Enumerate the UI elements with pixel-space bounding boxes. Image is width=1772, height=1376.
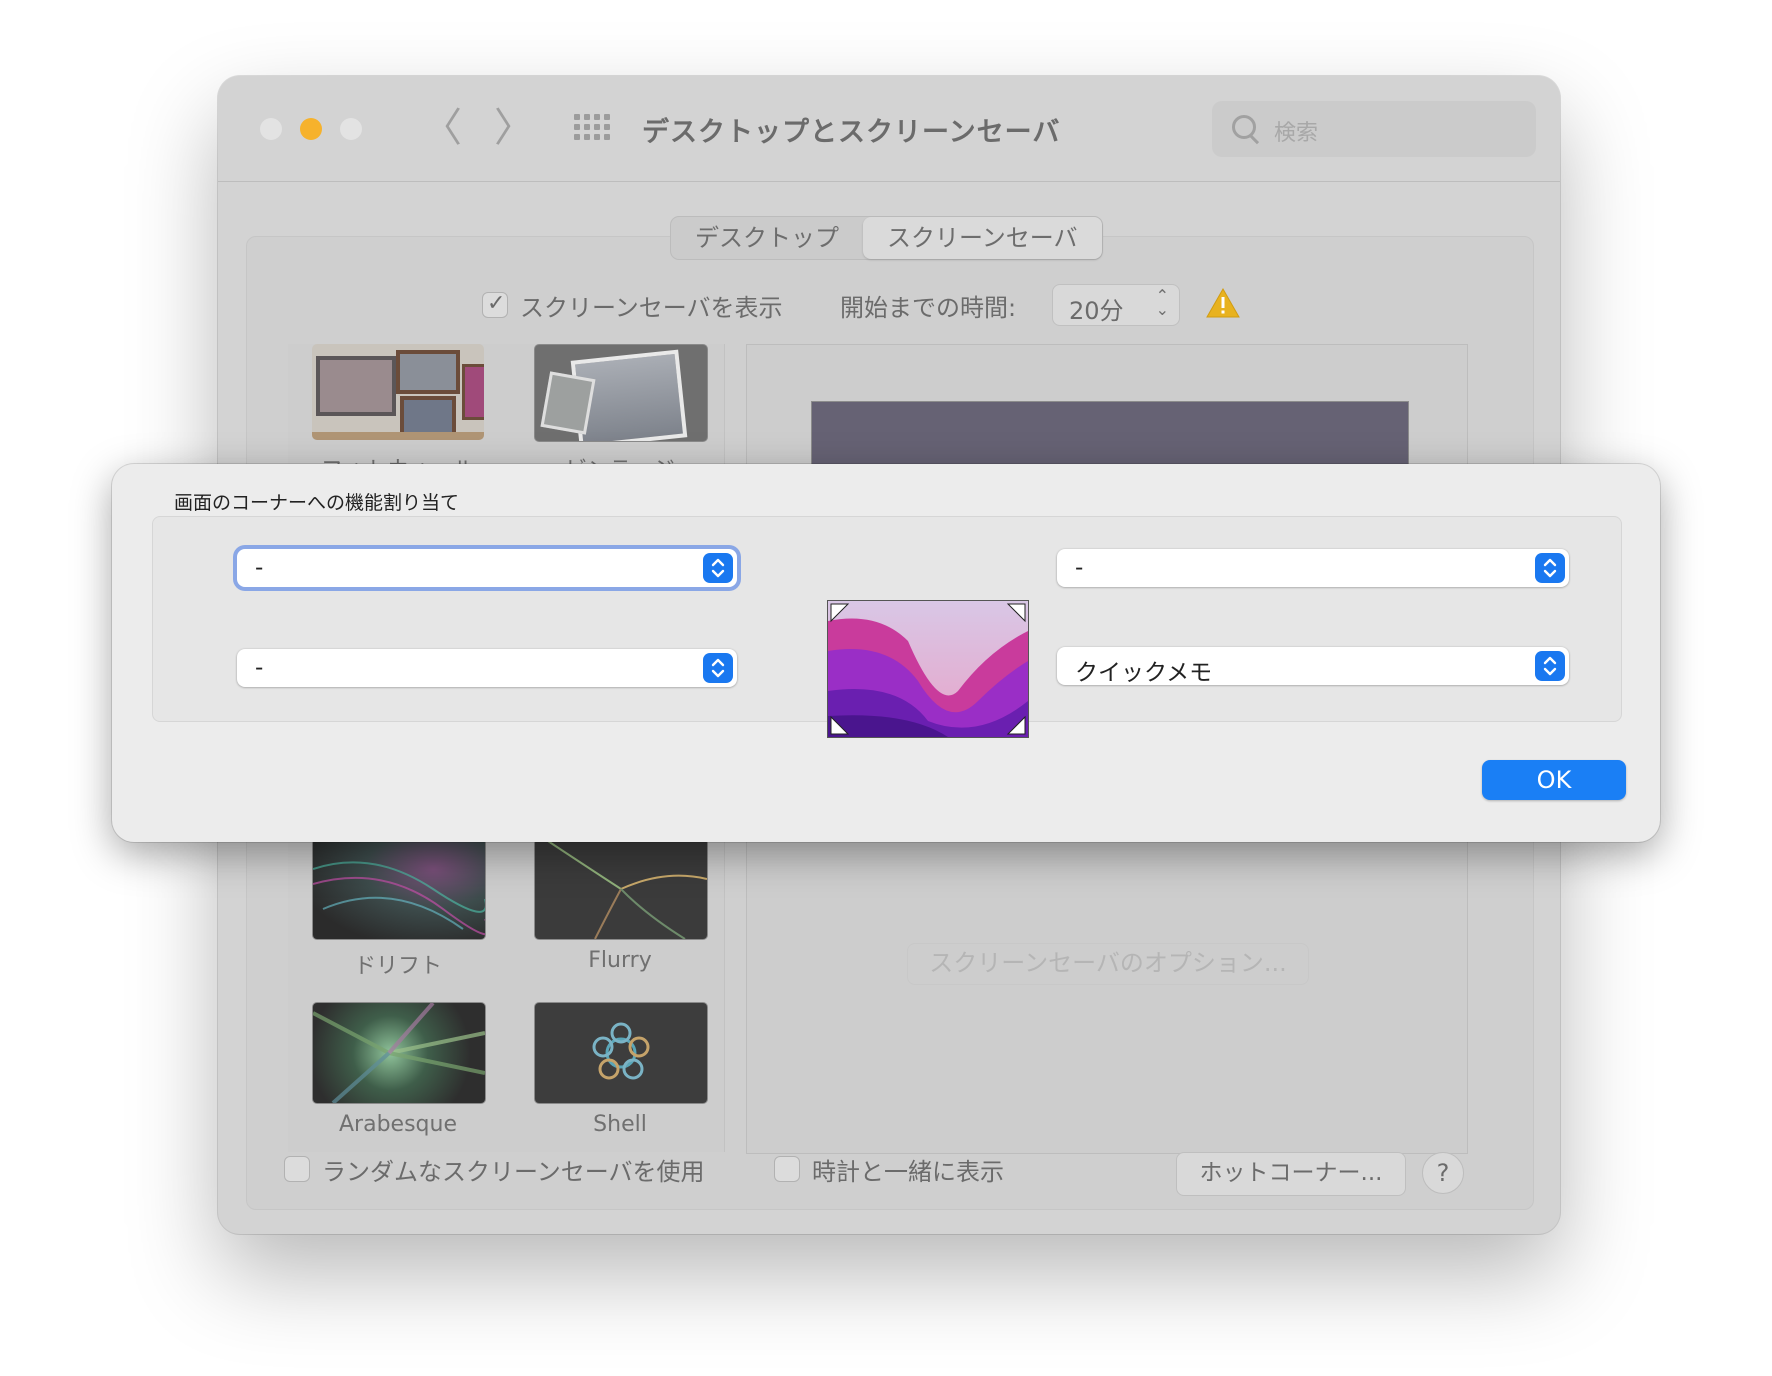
hot-corners-button[interactable]: ホットコーナー... [1176, 1152, 1406, 1196]
corners-group: - - - クイックメモ [152, 516, 1622, 738]
top-right-corner-value: - [1075, 555, 1084, 581]
start-after-popup[interactable]: 20分 ⌃ ⌄ [1052, 284, 1180, 326]
screensaver-label: Shell [593, 1112, 647, 1137]
screensaver-thumb-vintage[interactable] [534, 344, 708, 442]
screensaver-thumb-drift[interactable] [312, 838, 486, 940]
search-placeholder: 検索 [1274, 121, 1319, 146]
titlebar: 〈 〉 デスクトップとスクリーンセーバ 検索 [218, 76, 1560, 182]
random-screensaver-checkbox[interactable] [284, 1156, 310, 1182]
sheet-title: 画面のコーナーへの機能割り当て [174, 492, 460, 514]
tab-desktop[interactable]: デスクトップ [671, 217, 863, 259]
help-button[interactable]: ? [1422, 1152, 1464, 1194]
screensaver-options-button[interactable]: スクリーンセーバのオプション... [907, 943, 1309, 985]
screensaver-thumb-shell[interactable] [534, 1002, 708, 1104]
checkmark-icon: ✓ [487, 291, 506, 316]
segmented-tabs: デスクトップ スクリーンセーバ [670, 216, 1103, 260]
screensaver-label: Arabesque [339, 1112, 457, 1137]
updown-chevron-icon [1535, 651, 1565, 681]
screensaver-label: ドリフト [353, 954, 442, 979]
random-screensaver-label: ランダムなスクリーンセーバを使用 [322, 1158, 705, 1186]
show-screensaver-checkbox[interactable]: ✓ [482, 291, 508, 318]
start-after-label: 開始までの時間: [840, 294, 1017, 322]
search-icon [1232, 115, 1256, 139]
updown-chevron-icon [1535, 553, 1565, 583]
bottom-right-corner-value: クイックメモ [1075, 660, 1213, 686]
bottom-left-corner-popup[interactable]: - [237, 649, 737, 687]
updown-chevron-icon: ⌃ ⌄ [1155, 286, 1169, 319]
desktop-corners-preview [827, 600, 1029, 738]
top-left-corner-value: - [255, 555, 264, 581]
start-after-value: 20分 [1069, 297, 1124, 325]
show-with-clock-label: 時計と一緒に表示 [812, 1158, 1004, 1186]
close-button[interactable] [260, 118, 282, 140]
ok-button[interactable]: OK [1482, 760, 1626, 800]
zoom-button[interactable] [340, 118, 362, 140]
window-title: デスクトップとスクリーンセーバ [642, 117, 1061, 148]
top-left-corner-popup[interactable]: - [237, 549, 737, 587]
updown-chevron-icon [703, 553, 733, 583]
screensaver-thumb-arabesque[interactable] [312, 1002, 486, 1104]
tab-screensaver[interactable]: スクリーンセーバ [863, 217, 1102, 259]
show-with-clock-checkbox[interactable] [774, 1156, 800, 1182]
show-screensaver-label: スクリーンセーバを表示 [520, 294, 783, 322]
back-button[interactable]: 〈 [422, 106, 462, 150]
hot-corners-sheet: 画面のコーナーへの機能割り当て - - - クイックメモ OK [112, 464, 1660, 842]
screensaver-label: ビンテージ [510, 452, 730, 464]
minimize-button[interactable] [300, 118, 322, 140]
forward-button[interactable]: 〉 [494, 106, 534, 150]
top-right-corner-popup[interactable]: - [1057, 549, 1569, 587]
search-field[interactable]: 検索 [1212, 101, 1536, 157]
bottom-left-corner-value: - [255, 655, 264, 681]
screensaver-thumb-flurry[interactable] [534, 838, 708, 940]
screensaver-thumb-photowall[interactable] [312, 344, 484, 440]
updown-chevron-icon [703, 653, 733, 683]
show-all-grid-icon[interactable] [574, 114, 610, 144]
screensaver-label: フォトウォール [288, 452, 508, 464]
bottom-right-corner-popup[interactable]: クイックメモ [1057, 647, 1569, 686]
screensaver-label: Flurry [588, 948, 652, 973]
warning-icon [1206, 288, 1240, 318]
